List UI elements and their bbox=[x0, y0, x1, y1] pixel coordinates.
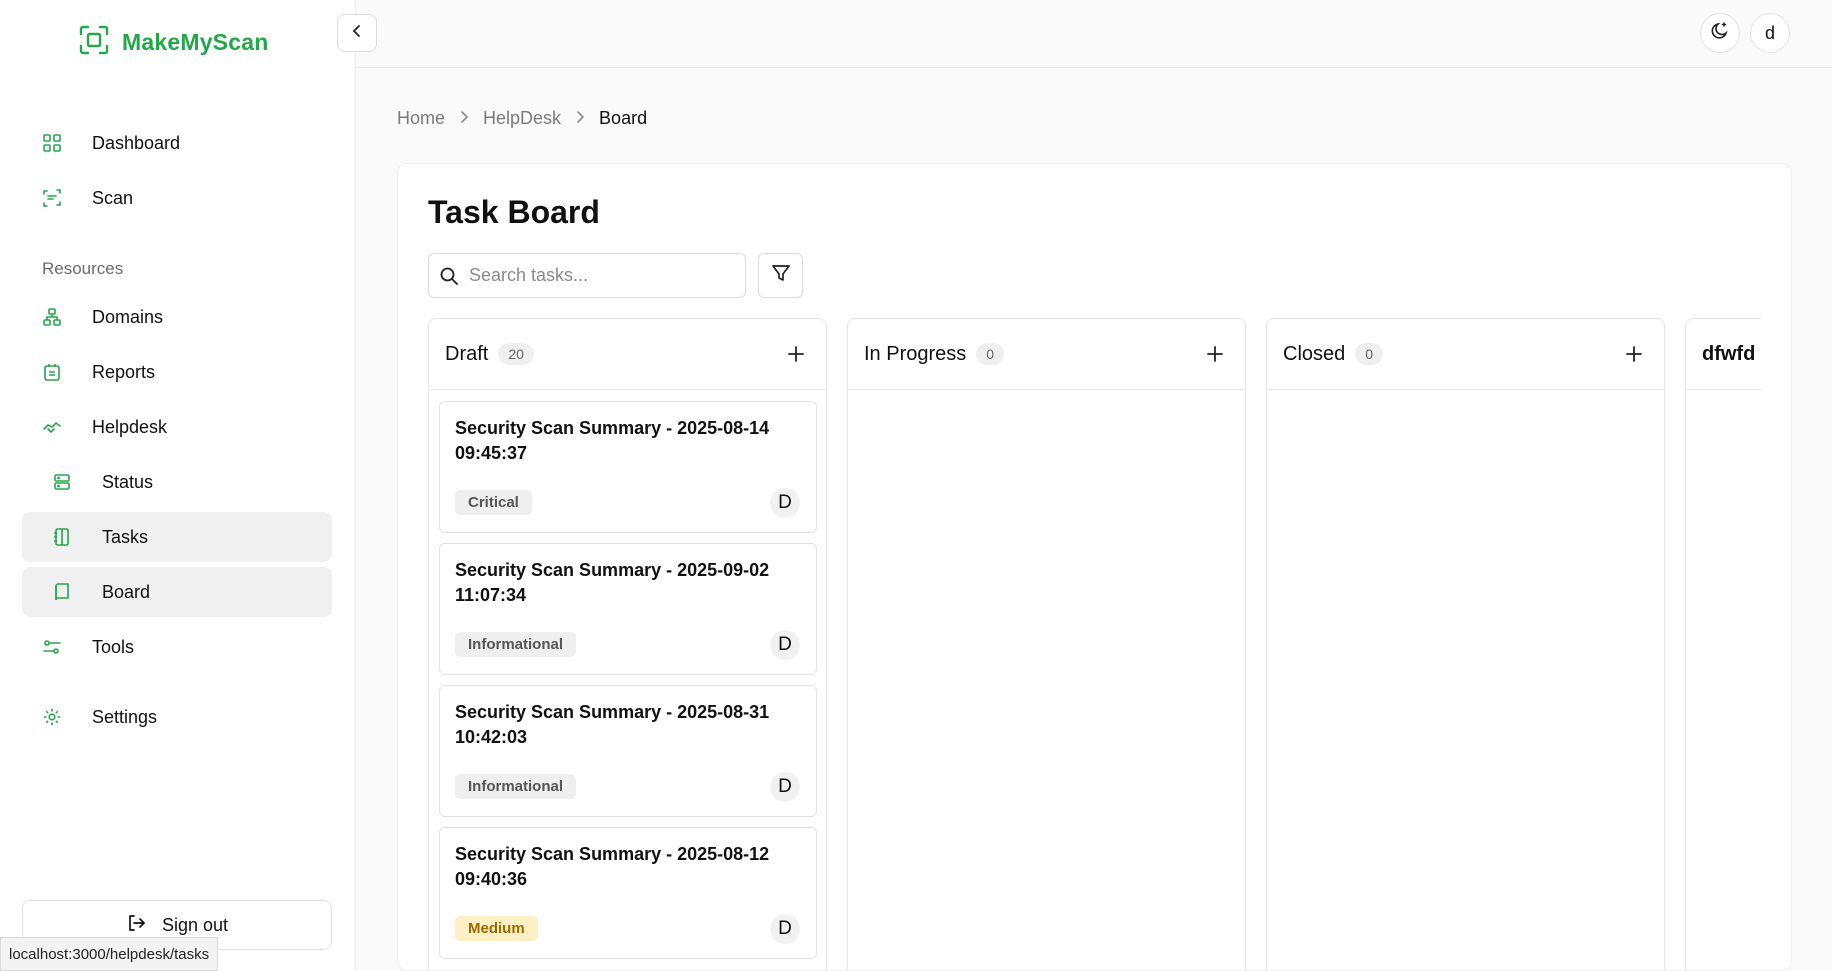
column-count-badge: 0 bbox=[976, 343, 1005, 365]
sidebar-item-label: Scan bbox=[92, 187, 134, 208]
add-task-button[interactable] bbox=[1620, 340, 1648, 368]
log-out-icon bbox=[126, 913, 146, 938]
severity-badge: Informational bbox=[455, 632, 577, 657]
link-status-url: localhost:3000/helpdesk/tasks bbox=[0, 937, 219, 971]
scan-icon bbox=[42, 188, 62, 208]
sidebar-item-board[interactable]: Board bbox=[22, 567, 332, 617]
plus-icon bbox=[1207, 346, 1223, 362]
sidebar-item-scan[interactable]: Scan bbox=[22, 173, 332, 223]
column-title: dfwfd bbox=[1702, 342, 1756, 365]
assignee-avatar: D bbox=[770, 914, 800, 944]
task-card[interactable]: Security Scan Summary - 2025-08-12 09:40… bbox=[439, 827, 817, 959]
column-count-badge: 20 bbox=[498, 343, 534, 365]
column-count-badge: 0 bbox=[1355, 343, 1384, 365]
sidebar-item-domains[interactable]: Domains bbox=[22, 292, 332, 342]
task-card[interactable]: Security Scan Summary - 2025-09-02 11:07… bbox=[439, 543, 817, 675]
sidebar-item-label: Tasks bbox=[102, 526, 149, 547]
task-title: Security Scan Summary - 2025-09-02 11:07… bbox=[455, 560, 770, 605]
server-icon bbox=[52, 472, 72, 492]
breadcrumb-helpdesk[interactable]: HelpDesk bbox=[483, 108, 561, 129]
sidebar-item-tasks[interactable]: Tasks bbox=[22, 512, 332, 562]
handshake-icon bbox=[42, 417, 62, 437]
filter-button[interactable] bbox=[758, 253, 803, 298]
task-title: Security Scan Summary - 2025-08-14 09:45… bbox=[455, 418, 770, 463]
column-header: Closed 0 bbox=[1267, 319, 1664, 390]
sliders-icon bbox=[42, 637, 62, 657]
column-header: dfwfd bbox=[1686, 319, 1761, 390]
moon-icon bbox=[1710, 21, 1730, 46]
page-title: Task Board bbox=[428, 194, 600, 230]
column-title: Draft bbox=[445, 342, 489, 365]
sidebar-item-label: Helpdesk bbox=[92, 416, 168, 437]
add-task-button[interactable] bbox=[1201, 340, 1229, 368]
sidebar-item-reports[interactable]: Reports bbox=[22, 347, 332, 397]
column-draft: Draft 20 Security Scan Summary - 2025-08… bbox=[428, 318, 827, 970]
notebook-icon bbox=[52, 527, 72, 547]
column-in-progress: In Progress 0 bbox=[847, 318, 1246, 970]
collapse-sidebar-button[interactable] bbox=[337, 14, 377, 52]
plus-icon bbox=[1626, 346, 1642, 362]
column-dfwfd: dfwfd bbox=[1685, 318, 1761, 970]
breadcrumb-board: Board bbox=[599, 108, 648, 128]
column-title: Closed bbox=[1283, 342, 1346, 365]
sidebar-item-settings[interactable]: Settings bbox=[22, 692, 332, 742]
chevron-left-icon bbox=[350, 24, 364, 43]
brand-name: MakeMyScan bbox=[122, 29, 269, 55]
sidebar-item-label: Settings bbox=[92, 706, 158, 727]
theme-toggle-button[interactable] bbox=[1700, 13, 1740, 53]
grid-icon bbox=[42, 133, 62, 153]
column-title: In Progress bbox=[864, 342, 967, 365]
column-header: In Progress 0 bbox=[848, 319, 1245, 390]
sidebar-item-label: Status bbox=[102, 471, 154, 492]
task-card[interactable]: Security Scan Summary - 2025-08-31 10:42… bbox=[439, 685, 817, 817]
sidebar-item-label: Board bbox=[102, 581, 151, 602]
severity-badge: Critical bbox=[455, 490, 532, 515]
chevron-right-icon bbox=[575, 110, 585, 128]
sidebar-item-dashboard[interactable]: Dashboard bbox=[22, 118, 332, 168]
book-icon bbox=[52, 582, 72, 602]
column-clip: dfwfd bbox=[1685, 318, 1761, 970]
search-input[interactable] bbox=[469, 265, 739, 286]
gear-icon bbox=[42, 707, 62, 727]
resources-section-label: Resources bbox=[42, 259, 124, 278]
breadcrumb-home[interactable]: Home bbox=[397, 108, 445, 129]
sidebar-item-status[interactable]: Status bbox=[22, 457, 332, 507]
clipboard-icon bbox=[42, 362, 62, 382]
sidebar-item-label: Dashboard bbox=[92, 132, 181, 153]
sidebar-item-helpdesk[interactable]: Helpdesk bbox=[22, 402, 332, 452]
sign-out-label: Sign out bbox=[161, 914, 229, 935]
sidebar-item-label: Domains bbox=[92, 306, 164, 327]
task-board-card: Task Board Draft 20 Security Scan Summar… bbox=[397, 163, 1792, 971]
brand[interactable]: MakeMyScan bbox=[78, 24, 268, 61]
assignee-avatar: D bbox=[770, 630, 800, 660]
sidebar: MakeMyScan Dashboard Scan Resources Doma… bbox=[0, 0, 356, 971]
severity-badge: Medium bbox=[455, 916, 538, 941]
task-title: Security Scan Summary - 2025-08-31 10:42… bbox=[455, 702, 770, 747]
breadcrumb: Home HelpDesk Board bbox=[397, 108, 647, 129]
sidebar-item-tools[interactable]: Tools bbox=[22, 622, 332, 672]
user-avatar-button[interactable]: d bbox=[1750, 13, 1790, 53]
search-icon bbox=[439, 266, 459, 286]
plus-icon bbox=[788, 346, 804, 362]
severity-badge: Informational bbox=[455, 774, 577, 799]
sidebar-item-label: Tools bbox=[92, 636, 135, 657]
search-box bbox=[428, 253, 746, 298]
task-card[interactable]: Security Scan Summary - 2025-08-14 09:45… bbox=[439, 401, 817, 533]
sidebar-item-label: Reports bbox=[92, 361, 156, 382]
task-title: Security Scan Summary - 2025-08-12 09:40… bbox=[455, 844, 770, 889]
filter-icon bbox=[771, 263, 791, 288]
chevron-right-icon bbox=[459, 110, 469, 128]
network-icon bbox=[42, 307, 62, 327]
column-header: Draft 20 bbox=[429, 319, 826, 390]
column-closed: Closed 0 bbox=[1266, 318, 1665, 970]
add-task-button[interactable] bbox=[782, 340, 810, 368]
top-bar bbox=[357, 0, 1832, 68]
assignee-avatar: D bbox=[770, 488, 800, 518]
assignee-avatar: D bbox=[770, 772, 800, 802]
scan-frame-icon bbox=[78, 24, 110, 61]
